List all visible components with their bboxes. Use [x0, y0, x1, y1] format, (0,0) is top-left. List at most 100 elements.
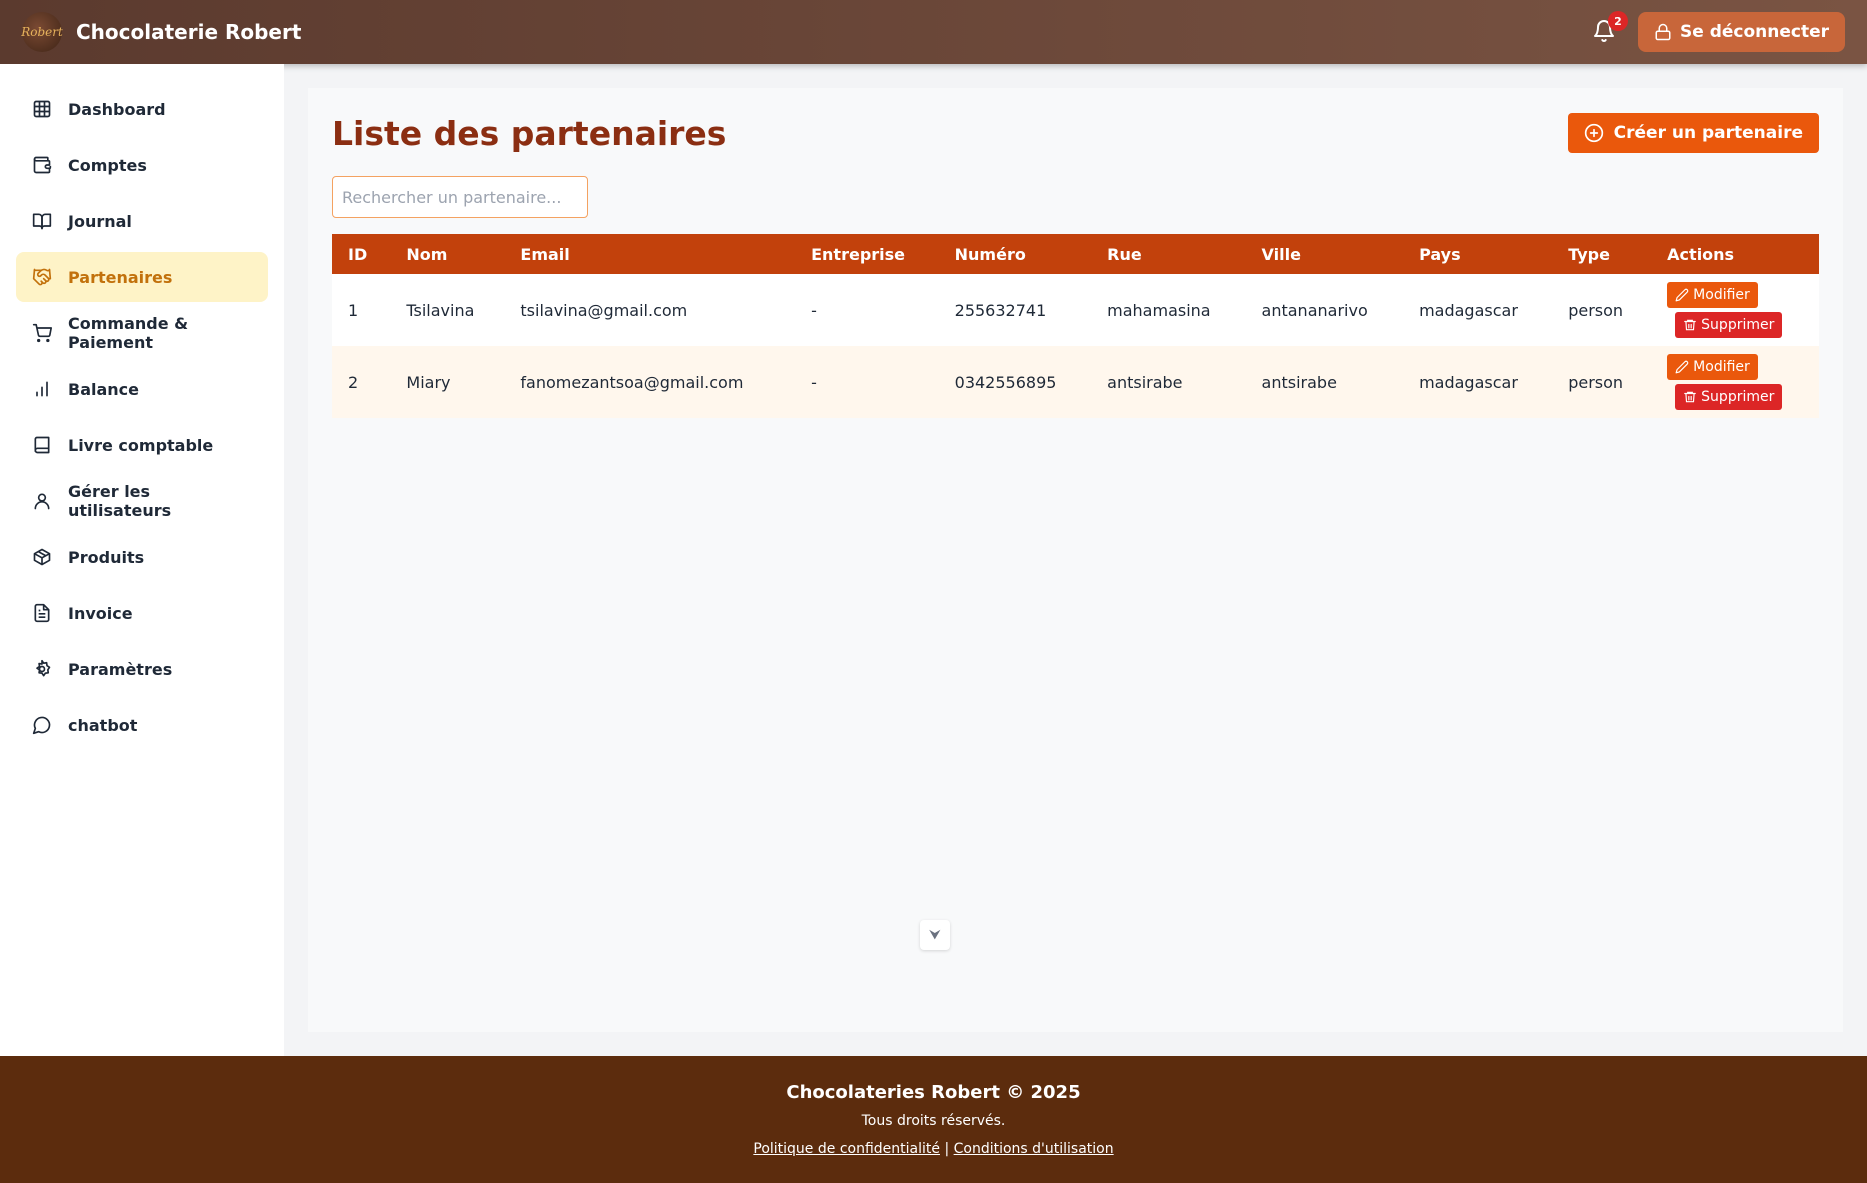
cell-rue: mahamasina	[1107, 300, 1211, 320]
sidebar-item-label: Produits	[68, 547, 145, 567]
delete-button[interactable]: Supprimer	[1675, 384, 1783, 410]
bar-chart-icon	[36, 381, 48, 397]
column-header: Actions	[1667, 244, 1735, 264]
sidebar-item-journal[interactable]: Journal	[16, 196, 268, 246]
footer-links: Politique de confidentialité | Condition…	[0, 1141, 1867, 1157]
cell-entreprise: -	[811, 300, 817, 320]
sidebar-item-label: Commande & Paiement	[68, 314, 189, 352]
sidebar-item-label: Paramètres	[68, 659, 173, 679]
cart-icon	[32, 323, 52, 343]
logout-label: Se déconnecter	[1680, 22, 1829, 42]
sidebar-item-chatbot[interactable]: chatbot	[16, 700, 268, 750]
create-partner-button[interactable]: Créer un partenaire	[1567, 113, 1819, 153]
sidebar-item-label: Invoice	[68, 603, 133, 623]
sidebar-item-dashboard[interactable]: Dashboard	[16, 84, 268, 134]
edit-button[interactable]: Modifier	[1667, 354, 1758, 380]
sidebar-item-parametres[interactable]: Paramètres	[16, 644, 268, 694]
sidebar-item-label: Journal	[68, 211, 132, 231]
wallet-icon	[33, 156, 52, 174]
edit-label: Modifier	[1693, 287, 1750, 303]
sidebar-item-comptes[interactable]: Comptes	[16, 140, 268, 190]
cell-nom: Tsilavina	[406, 300, 475, 320]
column-header: Rue	[1107, 244, 1142, 264]
message-circle-icon	[32, 716, 51, 735]
file-text-icon	[34, 603, 50, 623]
trash-icon	[1684, 319, 1697, 331]
handshake-icon	[32, 268, 52, 286]
sidebar-item-commande-paiement[interactable]: Commande & Paiement	[16, 308, 268, 358]
column-header: Email	[520, 244, 570, 264]
search-input[interactable]	[332, 176, 588, 218]
cell-actions: Modifier Supprimer	[1651, 274, 1819, 346]
cell-rue: antsirabe	[1107, 372, 1183, 392]
sidebar-item-invoice[interactable]: Invoice	[16, 588, 268, 638]
cell-type: person	[1568, 300, 1624, 320]
sidebar-item-produits[interactable]: Produits	[16, 532, 268, 582]
privacy-link[interactable]: Politique de confidentialité	[753, 1141, 940, 1157]
edit-label: Modifier	[1693, 359, 1750, 375]
lock-icon	[1655, 23, 1671, 41]
sidebar-item-livre-comptable[interactable]: Livre comptable	[16, 420, 268, 470]
partners-table: ID Nom Email Entreprise Numéro Rue Ville…	[332, 234, 1819, 418]
sidebar-item-label: Livre comptable	[68, 435, 214, 455]
pencil-icon	[1675, 360, 1689, 374]
create-partner-label: Créer un partenaire	[1613, 123, 1803, 143]
sidebar: Dashboard Comptes Journal Partenaires Co…	[0, 64, 284, 1056]
sidebar-item-label: Gérer les utilisateurs	[68, 482, 172, 520]
sidebar-item-partenaires[interactable]: Partenaires	[16, 252, 268, 302]
package-icon	[33, 548, 51, 566]
sidebar-item-utilisateurs[interactable]: Gérer les utilisateurs	[16, 476, 268, 526]
logout-button[interactable]: Se déconnecter	[1638, 12, 1845, 52]
cell-numero: 0342556895	[954, 372, 1057, 392]
cell-email: tsilavina@gmail.com	[520, 300, 688, 320]
footer-title: Chocolateries Robert © 2025	[786, 1082, 1081, 1103]
cell-email: fanomezantsoa@gmail.com	[520, 372, 744, 392]
settings-icon	[36, 659, 51, 677]
page-title: Liste des partenaires	[332, 113, 727, 153]
delete-label: Supprimer	[1701, 389, 1775, 405]
sidebar-item-label: Partenaires	[68, 267, 173, 287]
table-header: ID Nom Email Entreprise Numéro Rue Ville…	[332, 234, 1819, 274]
cell-ville: antsirabe	[1261, 372, 1337, 392]
sidebar-item-label: Comptes	[68, 155, 147, 175]
pencil-icon	[1675, 288, 1689, 302]
chevron-down-icon: ⮟	[929, 927, 941, 943]
sidebar-item-label: Dashboard	[68, 99, 166, 119]
brand-logo[interactable]: Robert	[21, 12, 63, 52]
column-header: ID	[348, 244, 368, 264]
top-bar: Robert Chocolaterie Robert 2 Se déconnec…	[0, 0, 1867, 64]
notification-badge: 2	[1608, 11, 1628, 31]
column-header: Numéro	[954, 244, 1026, 264]
terms-link[interactable]: Conditions d'utilisation	[954, 1141, 1114, 1157]
column-header: Nom	[406, 244, 448, 264]
main-content: Liste des partenaires Créer un partenair…	[308, 88, 1843, 1032]
edit-button[interactable]: Modifier	[1667, 282, 1758, 308]
cell-pays: madagascar	[1419, 372, 1518, 392]
delete-button[interactable]: Supprimer	[1675, 312, 1783, 338]
footer-rights: Tous droits réservés.	[861, 1113, 1006, 1129]
cell-pays: madagascar	[1419, 300, 1518, 320]
cell-type: person	[1568, 372, 1624, 392]
plus-circle-icon	[1584, 123, 1603, 143]
footer: Chocolateries Robert © 2025 Tous droits …	[0, 1056, 1867, 1183]
delete-label: Supprimer	[1701, 317, 1775, 333]
cell-ville: antananarivo	[1261, 300, 1368, 320]
user-icon	[34, 493, 50, 510]
book-open-icon	[32, 213, 52, 230]
sidebar-item-label: chatbot	[68, 715, 138, 735]
book-icon	[34, 436, 50, 454]
scroll-down-button[interactable]: ⮟	[920, 920, 950, 950]
column-header: Ville	[1261, 244, 1301, 264]
column-header: Pays	[1419, 244, 1461, 264]
cell-id: 2	[348, 372, 359, 392]
cell-actions: Modifier Supprimer	[1651, 346, 1819, 418]
table-row: 1 Tsilavina tsilavina@gmail.com - 255632…	[332, 274, 1819, 346]
table-row: 2 Miary fanomezantsoa@gmail.com - 034255…	[332, 346, 1819, 418]
cell-entreprise: -	[811, 372, 817, 392]
sidebar-item-label: Balance	[68, 379, 139, 399]
grid-icon	[33, 100, 51, 118]
footer-separator: |	[944, 1141, 950, 1157]
sidebar-item-balance[interactable]: Balance	[16, 364, 268, 414]
notification-button[interactable]: 2	[1592, 11, 1628, 45]
title-row: Liste des partenaires Créer un partenair…	[332, 112, 1819, 154]
